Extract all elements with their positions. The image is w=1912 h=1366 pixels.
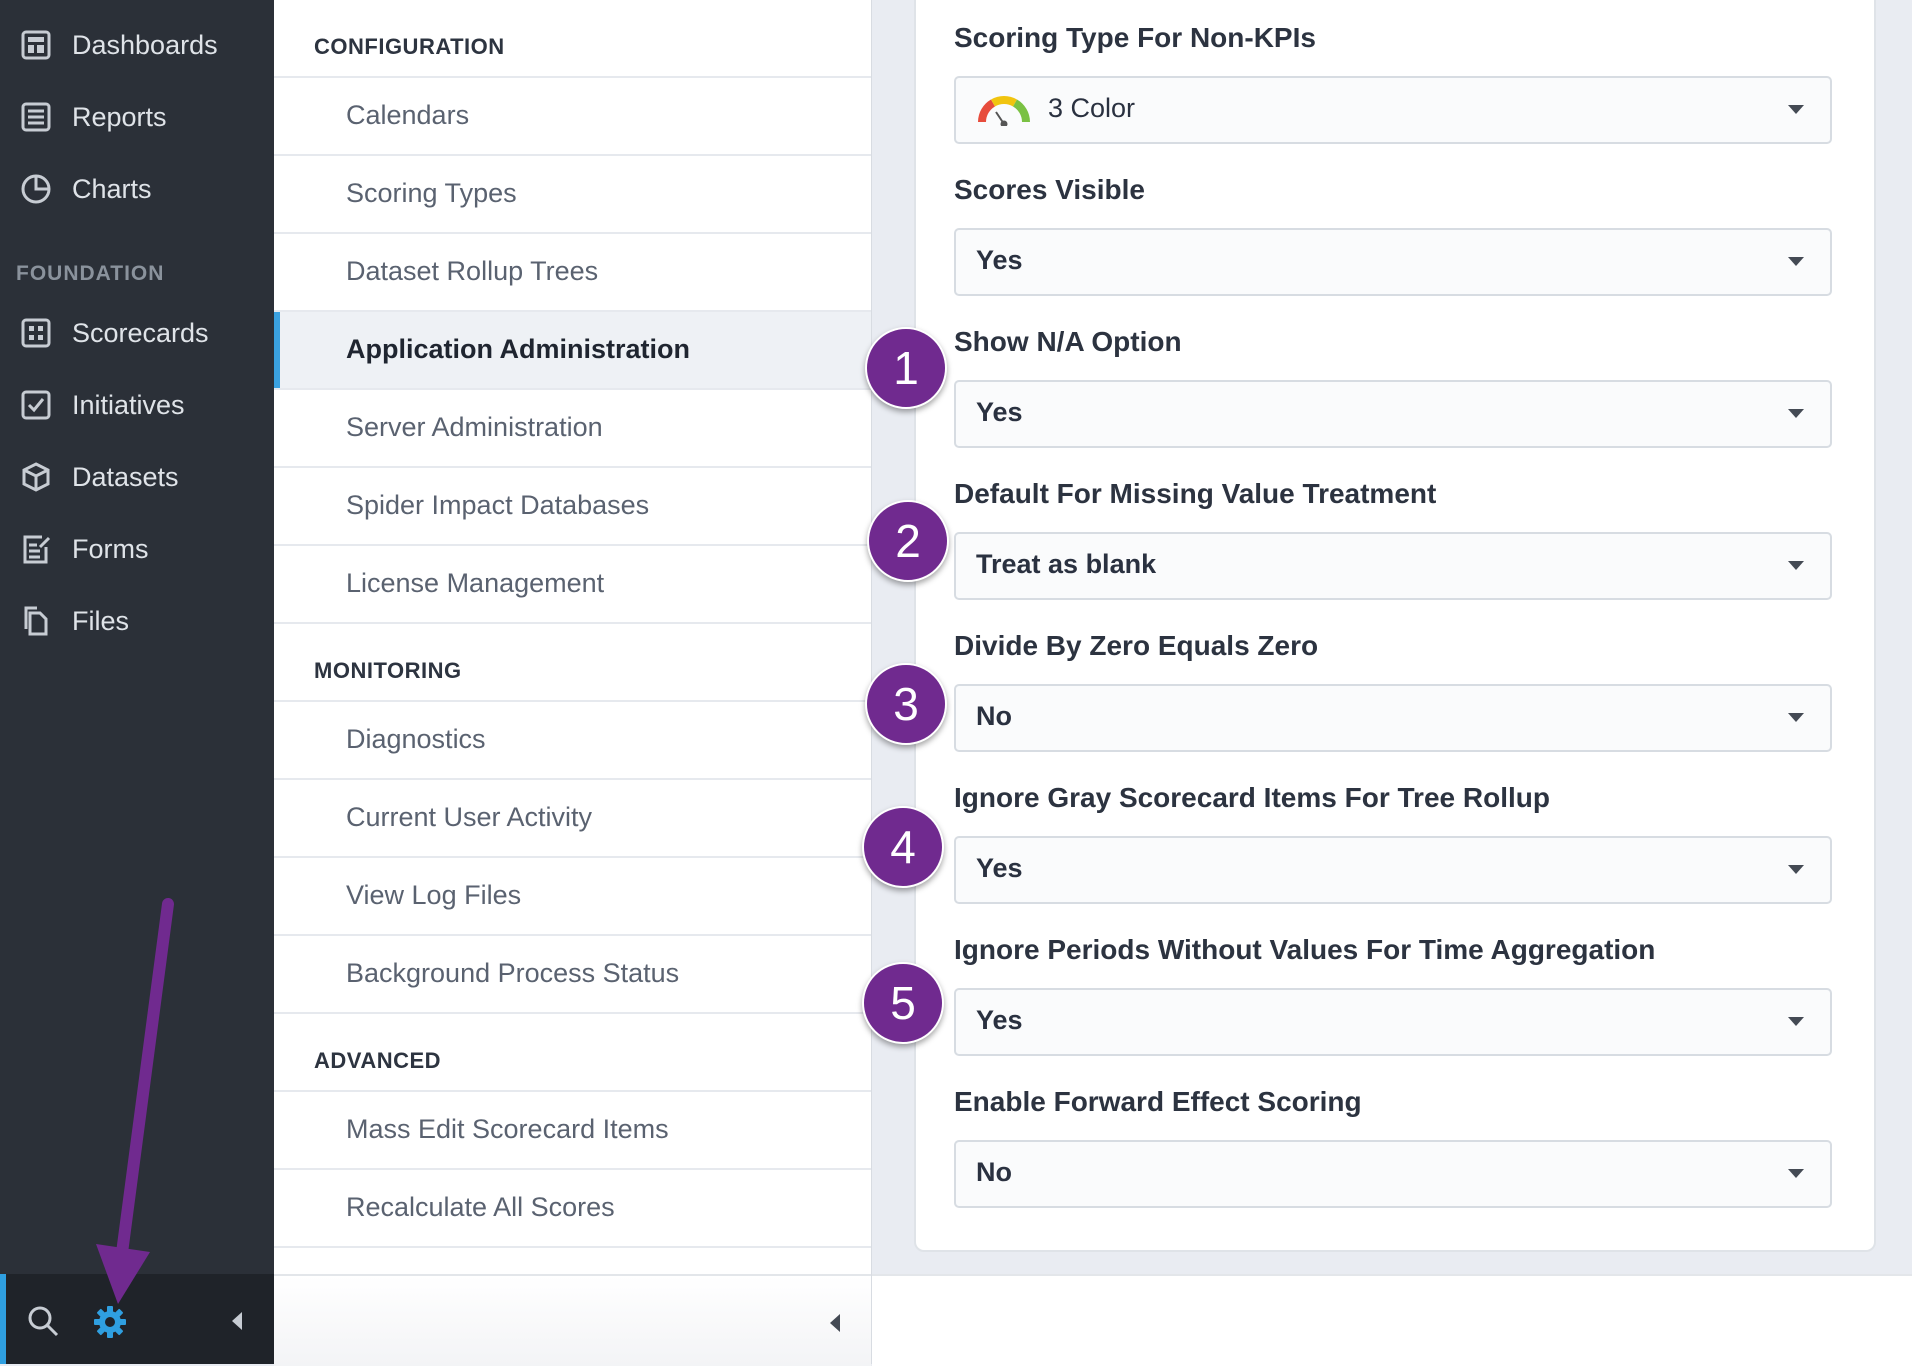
menu-item-server-administration[interactable]: Server Administration [274,388,871,466]
scoring-type-select[interactable]: 3 Color [954,76,1832,144]
menu-item-label: Current User Activity [346,802,593,832]
menu-item-label: Dataset Rollup Trees [346,256,599,286]
menu-item-label: Scoring Types [346,178,517,208]
menu-item-calendars[interactable]: Calendars [274,76,871,154]
annotation-badge-1: 1 [865,327,947,409]
admin-menu: CONFIGURATION Calendars Scoring Types Da… [274,0,871,1274]
menu-item-spider-impact-databases[interactable]: Spider Impact Databases [274,466,871,544]
field-label-ignore-periods: Ignore Periods Without Values For Time A… [954,934,1656,965]
ignore-periods-select[interactable]: Yes [954,988,1832,1056]
chevron-down-icon [1788,865,1804,874]
menu-item-scoring-types[interactable]: Scoring Types [274,154,871,232]
annotation-badge-2: 2 [867,500,949,582]
main-bottom-bar [872,1274,1912,1366]
chevron-down-icon [1788,409,1804,418]
menu-section-advanced: ADVANCED [314,1048,442,1073]
chevron-down-icon [1788,1017,1804,1026]
menu-item-view-log-files[interactable]: View Log Files [274,856,871,934]
scores-visible-select[interactable]: Yes [954,228,1832,296]
menu-divider [274,1246,871,1248]
forward-effect-select[interactable]: No [954,1140,1832,1208]
menu-item-label: Spider Impact Databases [346,490,650,520]
chevron-down-icon [1788,1169,1804,1178]
field-label-forward-effect: Enable Forward Effect Scoring [954,1086,1362,1117]
menu-bottom-bar [274,1274,871,1366]
menu-section-configuration: CONFIGURATION [314,34,505,59]
field-label-scores-visible: Scores Visible [954,174,1145,205]
show-na-select[interactable]: Yes [954,380,1832,448]
gauge-icon [978,96,1030,126]
chevron-down-icon [1788,713,1804,722]
menu-item-current-user-activity[interactable]: Current User Activity [274,778,871,856]
menu-item-label: Application Administration [346,334,690,364]
menu-item-license-management[interactable]: License Management [274,544,871,622]
select-value: 3 Color [1048,93,1136,123]
collapse-menu-icon[interactable] [826,1312,844,1334]
annotation-badge-3: 3 [865,663,947,745]
chevron-down-icon [1788,561,1804,570]
menu-item-label: View Log Files [346,880,522,910]
menu-item-label: Calendars [346,100,470,130]
ignore-gray-select[interactable]: Yes [954,836,1832,904]
annotation-badge-4: 4 [862,806,944,888]
select-value: Yes [976,397,1023,427]
annotation-arrow [96,898,174,1304]
divide-by-zero-select[interactable]: No [954,684,1832,752]
missing-value-select[interactable]: Treat as blank [954,532,1832,600]
field-label-divide-by-zero: Divide By Zero Equals Zero [954,630,1319,661]
menu-item-label: Background Process Status [346,958,680,988]
menu-item-background-process-status[interactable]: Background Process Status [274,934,871,1012]
chevron-down-icon [1788,105,1804,114]
chevron-down-icon [1788,257,1804,266]
menu-item-label: Server Administration [346,412,603,442]
select-value: Yes [976,853,1023,883]
menu-divider [274,1012,871,1014]
select-value: No [976,701,1012,731]
select-value: Yes [976,1005,1023,1035]
field-label-missing-value: Default For Missing Value Treatment [954,478,1437,509]
annotation-badge-5: 5 [862,962,944,1044]
select-value: Treat as blank [976,549,1157,579]
menu-item-label: Recalculate All Scores [346,1192,615,1222]
field-label-show-na: Show N/A Option [954,326,1182,357]
field-label-ignore-gray: Ignore Gray Scorecard Items For Tree Rol… [954,782,1550,813]
select-value: Yes [976,245,1023,275]
menu-item-label: Diagnostics [346,724,486,754]
menu-item-diagnostics[interactable]: Diagnostics [274,700,871,778]
menu-item-application-administration[interactable]: Application Administration [274,310,871,388]
field-label-scoring-type: Scoring Type For Non-KPIs [954,22,1316,53]
menu-item-dataset-rollup-trees[interactable]: Dataset Rollup Trees [274,232,871,310]
menu-divider [274,622,871,624]
menu-item-mass-edit-scorecard-items[interactable]: Mass Edit Scorecard Items [274,1090,871,1168]
menu-item-recalculate-all-scores[interactable]: Recalculate All Scores [274,1168,871,1246]
menu-item-label: License Management [346,568,605,598]
menu-item-label: Mass Edit Scorecard Items [346,1114,669,1144]
select-value: No [976,1157,1012,1187]
menu-section-monitoring: MONITORING [314,658,462,683]
